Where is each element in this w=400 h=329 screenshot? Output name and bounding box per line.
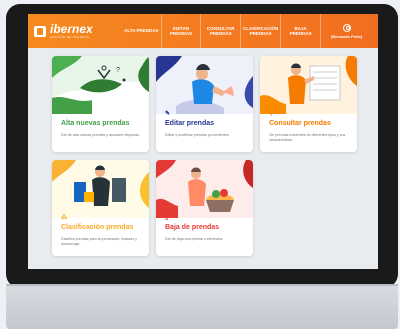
app-logo[interactable]: ibernex GESTIÓN DE PRENDAS (34, 23, 122, 39)
card-title: Baja de prendas (165, 224, 220, 231)
nav-item-alta[interactable]: ALTA PRENDAS (122, 14, 161, 48)
nav-item-baja[interactable]: BAJA PRENDAS (280, 14, 320, 48)
monitor-chin (6, 284, 398, 329)
card-clasificacion-prendas[interactable]: ⁂ Clasificación prendas Clasifica prenda… (52, 160, 149, 256)
user-icon (342, 23, 351, 32)
card-illustration-alta: ? (52, 56, 149, 114)
monitor-divider (6, 284, 398, 286)
magnifier-icon: ⚲ (269, 111, 274, 117)
card-illustration-baja (156, 160, 253, 218)
card-description: Dar de alta nuevas prendas y asociarle e… (61, 133, 140, 137)
card-alta-nuevas-prendas[interactable]: ? + Alta nuevas prendas Dar de alta nuev… (52, 56, 149, 152)
app-screen: ibernex GESTIÓN DE PRENDAS ALTA PRENDAS … (28, 14, 378, 269)
card-baja-de-prendas[interactable]: ▯ Baja de prendas Dar de baja una prenda… (156, 160, 253, 256)
top-navigation-bar: ibernex GESTIÓN DE PRENDAS ALTA PRENDAS … (28, 14, 378, 48)
plus-icon: + (61, 110, 65, 116)
pencil-icon: ✎ (165, 111, 171, 117)
logo-icon (34, 25, 46, 37)
card-illustration-editar (156, 56, 253, 114)
card-consultar-prendas[interactable]: ⚲ Consultar prendas Ver prendas existent… (260, 56, 357, 152)
card-title: Clasificación prendas (61, 224, 134, 231)
card-illustration-consultar (260, 56, 357, 114)
logo-name: ibernex (50, 22, 93, 36)
hierarchy-icon: ⁂ (61, 215, 67, 221)
card-description: Editar y modificar prendas ya existentes… (165, 133, 230, 137)
card-title: Consultar prendas (269, 120, 331, 127)
card-title: Alta nuevas prendas (61, 120, 130, 127)
card-description: Dar de baja una prenda o eliminarla. (165, 237, 224, 241)
svg-text:?: ? (116, 67, 120, 74)
monitor-scene: ibernex GESTIÓN DE PRENDAS ALTA PRENDAS … (0, 0, 400, 329)
nav-item-editar[interactable]: EDITAR PRENDAS (160, 14, 201, 48)
trash-icon: ▯ (165, 215, 169, 221)
nav-item-clasificacion[interactable]: CLASIFICACIÓN PRENDAS (240, 14, 280, 48)
nav-item-consultar[interactable]: CONSULTAR PRENDAS (200, 14, 240, 48)
logo-tagline: GESTIÓN DE PRENDAS (50, 35, 90, 39)
card-title: Editar prendas (165, 120, 215, 127)
user-name: (Bernardo Peña) (330, 33, 363, 39)
card-illustration-clasificacion (52, 160, 149, 218)
user-menu[interactable]: (Bernardo Peña) (320, 14, 372, 48)
main-nav: ALTA PRENDAS EDITAR PRENDAS CONSULTAR PR… (122, 14, 320, 48)
card-editar-prendas[interactable]: ✎ Editar prendas Editar y modificar pren… (156, 56, 253, 152)
card-description: Ver prendas existentes de diferentes tip… (269, 133, 346, 142)
card-description: Clasifica prendas para su procesado, tra… (61, 237, 137, 246)
